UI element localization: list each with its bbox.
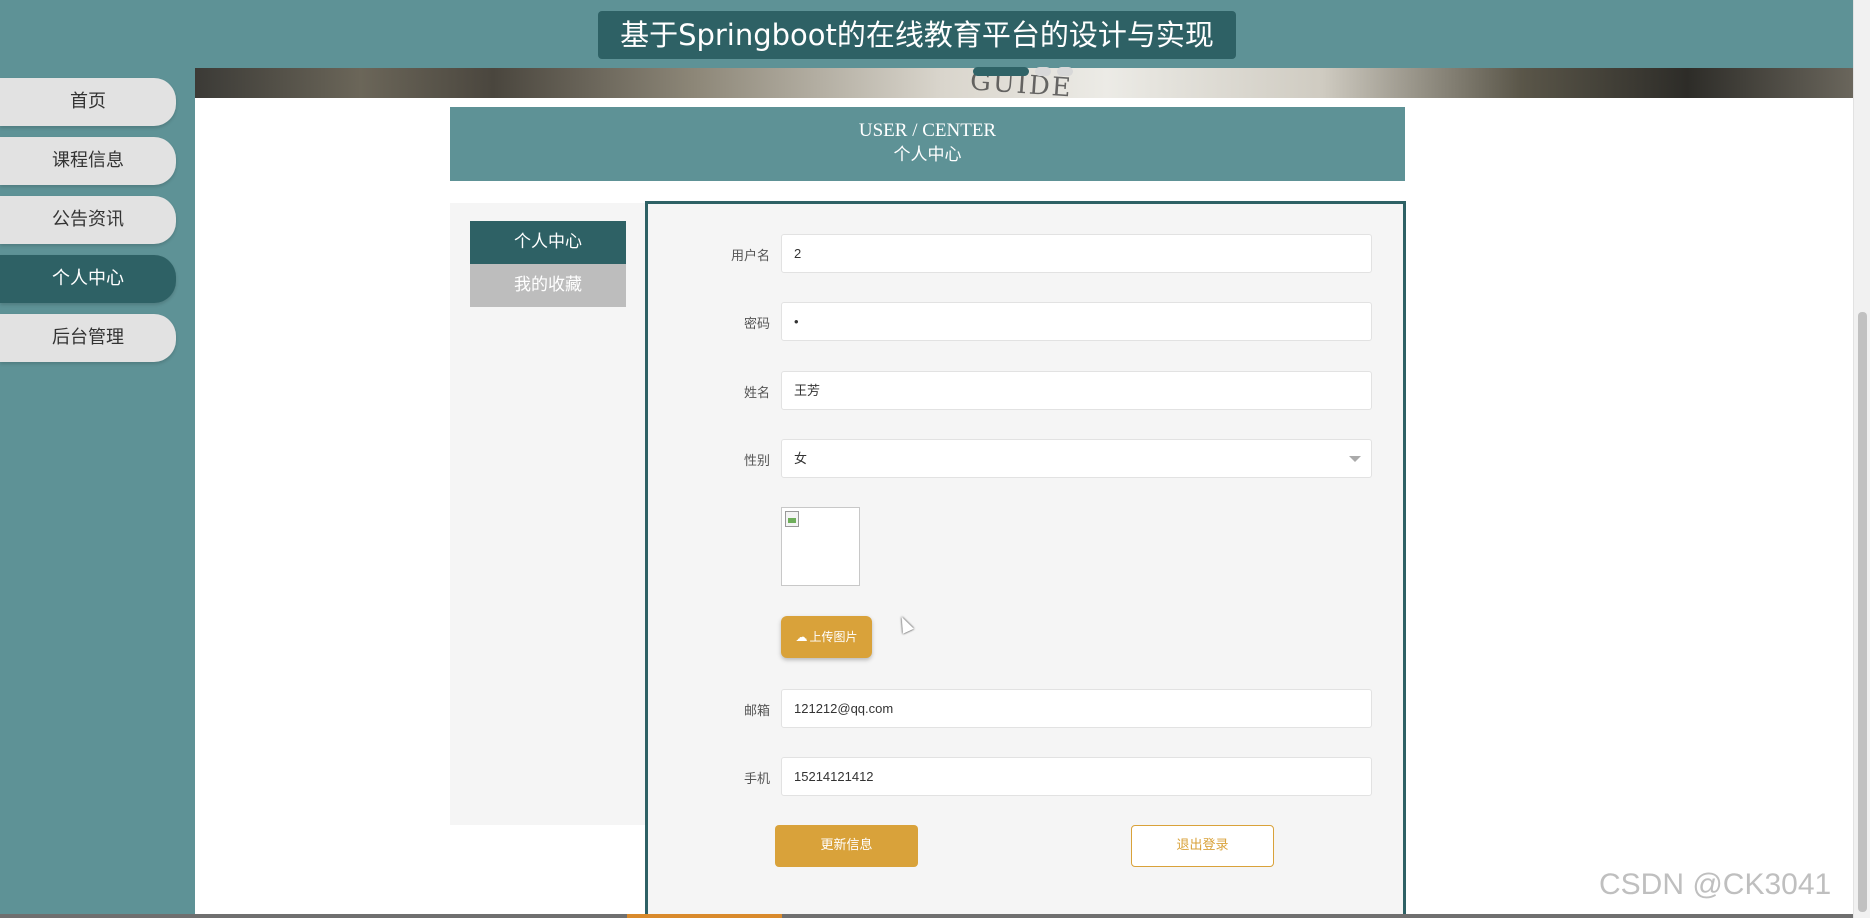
page-scrollbar[interactable] [1853,0,1870,918]
heading-english: USER / CENTER [858,120,997,141]
inner-menu: 个人中心 我的收藏 [450,203,645,825]
watermark: CSDN @CK3041 [1599,868,1832,901]
name-label: 姓名 [743,386,770,401]
cloud-upload-icon: ☁ [795,630,808,644]
chevron-down-icon [1349,456,1361,462]
nav-item-announcements[interactable]: 公告资讯 [0,196,176,244]
carousel-dots [973,67,1073,79]
upload-image-button[interactable]: ☁ 上传图片 [781,616,872,658]
bottom-accent [627,914,782,918]
phone-input[interactable]: 15214121412 [781,757,1372,796]
sidebar: 首页 课程信息 公告资讯 个人中心 后台管理 [0,68,195,918]
site-title: 基于Springboot的在线教育平台的设计与实现 [598,11,1236,59]
bottom-bar [0,914,1853,918]
carousel-dot-2[interactable] [1035,67,1051,76]
username-label: 用户名 [730,249,770,264]
upload-button-label: 上传图片 [809,630,858,644]
username-input[interactable]: 2 [781,234,1372,273]
password-input[interactable]: • [781,302,1372,341]
nav-item-admin[interactable]: 后台管理 [0,314,176,362]
user-center-heading: USER / CENTER 个人中心 [450,107,1405,181]
scrollbar-thumb[interactable] [1858,312,1867,912]
broken-image-icon [785,511,799,527]
carousel-dot-3[interactable] [1057,67,1073,76]
gender-value: 女 [794,451,808,466]
gender-select[interactable]: 女 [781,439,1372,478]
carousel-dot-1[interactable] [973,67,1029,76]
nav-item-home[interactable]: 首页 [0,78,176,126]
password-label: 密码 [743,317,770,332]
phone-label: 手机 [743,772,770,787]
gender-label: 性别 [743,454,770,469]
update-info-button[interactable]: 更新信息 [775,825,918,867]
email-input[interactable]: 121212@qq.com [781,689,1372,728]
nav-item-courses[interactable]: 课程信息 [0,137,176,185]
avatar-image [781,507,860,586]
inner-menu-favorites[interactable]: 我的收藏 [470,264,626,307]
email-label: 邮箱 [743,704,770,719]
name-input[interactable]: 王芳 [781,371,1372,410]
inner-menu-user-center[interactable]: 个人中心 [470,221,626,264]
nav-item-user-center[interactable]: 个人中心 [0,255,176,303]
logout-button[interactable]: 退出登录 [1131,825,1274,867]
heading-chinese: 个人中心 [893,145,962,165]
